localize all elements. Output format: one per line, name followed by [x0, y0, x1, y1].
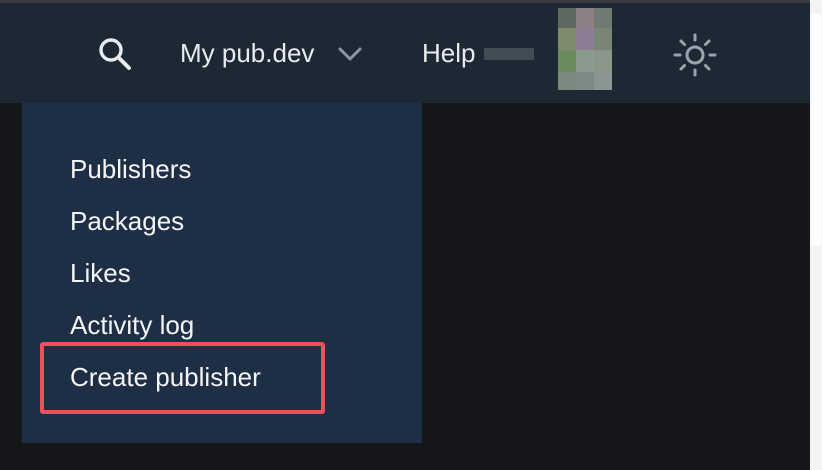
- chevron-down-icon[interactable]: [337, 45, 363, 63]
- avatar[interactable]: [558, 8, 612, 90]
- menu-item-publishers[interactable]: Publishers: [70, 153, 191, 185]
- highlight-box: [40, 342, 325, 414]
- help-link[interactable]: Help: [422, 38, 475, 68]
- my-pubdev-menu[interactable]: My pub.dev: [180, 38, 314, 68]
- search-icon[interactable]: [97, 36, 133, 72]
- menu-item-likes[interactable]: Likes: [70, 257, 131, 289]
- page: My pub.dev Help Publishers Packages Like…: [0, 0, 822, 470]
- menu-item-activity-log[interactable]: Activity log: [70, 309, 194, 341]
- scrollbar-track[interactable]: [810, 0, 822, 470]
- scrollbar-thumb[interactable]: [811, 14, 821, 246]
- sun-icon[interactable]: [671, 31, 719, 79]
- blurred-region: [484, 48, 534, 60]
- menu-item-packages[interactable]: Packages: [70, 205, 184, 237]
